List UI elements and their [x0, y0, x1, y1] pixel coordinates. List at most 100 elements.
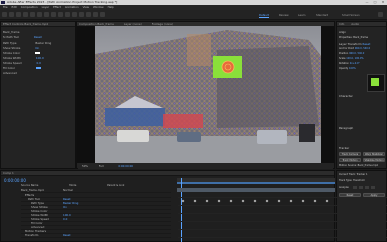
viewer-footer: 50% Full 0:00:00:00 [78, 164, 333, 169]
track-camera-button[interactable]: Track Camera [339, 152, 361, 156]
effect-line-2: Path Type Bezier Ring [3, 41, 52, 45]
scale-value[interactable]: 100.0, 100.0% [346, 57, 363, 60]
align-section[interactable]: Align [339, 30, 346, 34]
workspace-standard[interactable]: Standard [316, 13, 328, 17]
keyframe[interactable] [265, 199, 269, 203]
analyze-forward-icon[interactable] [371, 186, 375, 189]
scale-row: Scale 100.0, 100.0% [339, 57, 364, 60]
current-track-row: Current Track: Tracker 1 [339, 173, 368, 176]
analyze-back-frame-icon[interactable] [359, 186, 363, 189]
brush-tool-icon[interactable] [72, 12, 77, 17]
workspace-default[interactable]: Default [259, 13, 269, 18]
column-mode[interactable]: Mode [69, 184, 76, 187]
keyframe[interactable] [289, 199, 293, 203]
column-source-name[interactable]: Source Name [21, 184, 38, 187]
info-tab[interactable]: Info [339, 22, 344, 26]
keyframe[interactable] [325, 199, 329, 203]
column-parent[interactable]: Parent & Link [107, 184, 124, 187]
workspace-learn[interactable]: Learn [298, 13, 306, 17]
keyframe[interactable] [229, 199, 233, 203]
selection-tool-icon[interactable] [9, 12, 14, 17]
keyframe[interactable] [241, 199, 245, 203]
rectangle-tool-icon[interactable] [51, 12, 56, 17]
anchor-point-row: Anchor Point 960.0, 540.0 [339, 47, 371, 50]
workspace-small-screen[interactable]: Small Screen [342, 13, 360, 17]
stroke-color-swatch[interactable] [35, 52, 40, 54]
stabilize-motion-button[interactable]: Stabilize Motion [363, 158, 385, 162]
keyframe[interactable] [277, 199, 281, 203]
stroke-speed-value[interactable]: 0.0 [36, 61, 40, 65]
right-panel: Info Audio Align Properties: Back_frame … [336, 21, 387, 169]
info-tabs: Info Audio [337, 22, 386, 27]
timeline-layer-row[interactable]: Transform [21, 233, 171, 238]
timeline-comp-tab[interactable]: Comp 1 [3, 171, 14, 175]
layer-value[interactable]: Reset [63, 233, 71, 237]
analyze-controls [353, 186, 375, 189]
keyframe[interactable] [205, 199, 209, 203]
home-icon[interactable] [2, 12, 7, 17]
keyframe[interactable] [181, 199, 185, 203]
search-icon[interactable] [378, 12, 383, 17]
effect-line-0: Back_frame [3, 30, 20, 34]
warp-stabilizer-button[interactable]: Warp Stabilizer [363, 152, 385, 156]
path-type-dropdown[interactable]: Bezier Ring [35, 41, 51, 45]
transform-reset-button[interactable]: Reset [363, 42, 371, 46]
camera-tool-icon[interactable] [37, 12, 42, 17]
position-row: Position 960.0, 540.0 [339, 52, 365, 55]
app-logo-icon [1, 1, 5, 4]
properties-section[interactable]: Properties: Back_frame [339, 36, 368, 39]
character-section[interactable]: Character [339, 94, 353, 98]
keyframe[interactable] [301, 199, 305, 203]
zoom-dropdown[interactable]: 50% [82, 164, 88, 168]
effect-controls-tab[interactable]: Effect Controls Back_frame.mp4 [1, 22, 75, 27]
analyze-forward-frame-icon[interactable] [365, 186, 369, 189]
puppet-tool-icon[interactable] [100, 12, 105, 17]
quality-dropdown[interactable]: Full [99, 164, 104, 168]
motion-source-dropdown[interactable]: Back_frame.mp4 [358, 164, 378, 167]
layer-mode-dropdown[interactable]: Normal [63, 188, 73, 192]
work-area-bar[interactable] [177, 182, 335, 184]
effect-controls-panel: Effect Controls Back_frame.mp4 Back_fram… [0, 21, 76, 169]
keyframe[interactable] [313, 199, 317, 203]
workspace-review[interactable]: Review [279, 13, 289, 17]
tracker-section[interactable]: Tracker [339, 146, 349, 150]
effect-line-1: fx Path Tool Reset [3, 35, 42, 39]
effect-line-8[interactable]: Advanced [3, 71, 17, 75]
viewer-timecode[interactable]: 0:00:00:00 [118, 164, 133, 168]
rotation-value[interactable]: 0x+0.0° [350, 62, 360, 65]
stroke-width-value[interactable]: 100.0 [36, 56, 44, 60]
fill-color-swatch[interactable] [35, 67, 41, 69]
motion-source-row: Motion Source: Back_frame.mp4 [339, 164, 378, 167]
effect-reset-button[interactable]: Reset [34, 35, 42, 39]
show-stroke-toggle[interactable]: On [35, 46, 39, 50]
anchor-point-value[interactable]: 960.0, 540.0 [355, 47, 370, 50]
analyze-backward-icon[interactable] [353, 186, 357, 189]
track-type-dropdown[interactable]: Transform [353, 179, 365, 182]
layer-duration-bar[interactable] [177, 188, 335, 192]
tracked-ring [221, 60, 235, 74]
effect-line-3: Show Stroke On [3, 46, 40, 50]
roto-brush-tool-icon[interactable] [93, 12, 98, 17]
opacity-value[interactable]: 100% [349, 67, 356, 70]
track-motion-button[interactable]: Track Motion [339, 158, 361, 162]
composition-viewer[interactable] [77, 26, 334, 163]
keyframe[interactable] [217, 199, 221, 203]
color-preview [367, 74, 385, 92]
keyframe[interactable] [253, 199, 257, 203]
rotate-tool-icon[interactable] [30, 12, 35, 17]
zoom-tool-icon[interactable] [23, 12, 28, 17]
tool-bar: Default Review Learn Standard Small Scre… [0, 10, 387, 20]
current-track-dropdown[interactable]: Tracker 1 [357, 173, 368, 176]
clone-stamp-tool-icon[interactable] [79, 12, 84, 17]
paragraph-section[interactable]: Paragraph [339, 126, 353, 130]
pan-behind-tool-icon[interactable] [44, 12, 49, 17]
type-tool-icon[interactable] [65, 12, 70, 17]
eraser-tool-icon[interactable] [86, 12, 91, 17]
hand-tool-icon[interactable] [16, 12, 21, 17]
position-value[interactable]: 960.0, 540.0 [349, 52, 364, 55]
timeline-timecode[interactable]: 0:00:00:00 [4, 178, 26, 183]
pen-tool-icon[interactable] [58, 12, 63, 17]
fill-swatch[interactable] [371, 78, 379, 86]
audio-tab[interactable]: Audio [351, 22, 359, 26]
keyframe[interactable] [193, 199, 197, 203]
